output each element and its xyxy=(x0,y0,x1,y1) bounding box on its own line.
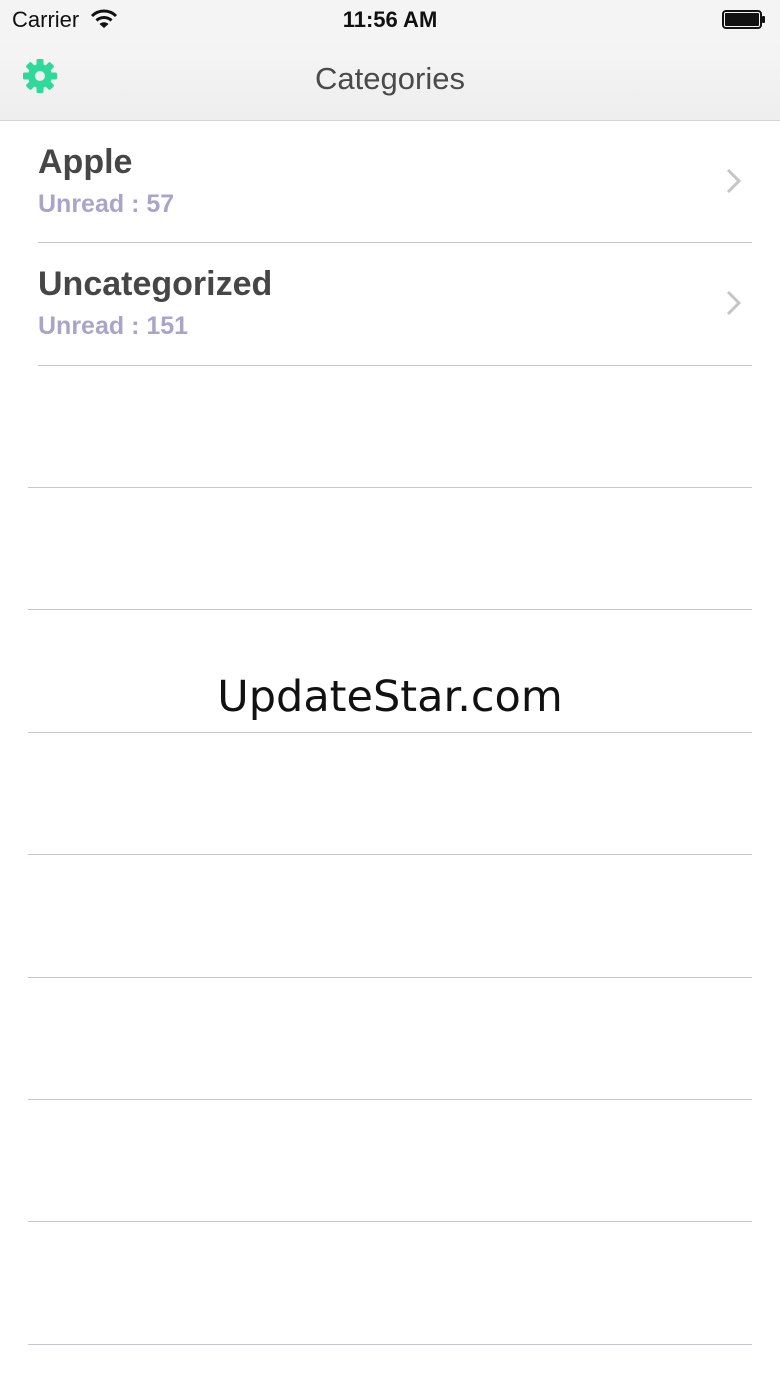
row-separator xyxy=(28,1221,752,1222)
category-cell-uncategorized[interactable]: Uncategorized Unread : 151 xyxy=(0,243,780,365)
row-separator xyxy=(28,609,752,610)
row-separator xyxy=(28,732,752,733)
chevron-right-icon xyxy=(726,290,742,316)
category-cell-apple[interactable]: Apple Unread : 57 xyxy=(0,121,780,243)
page-title: Categories xyxy=(315,61,465,96)
status-time: 11:56 AM xyxy=(342,7,438,32)
unread-count: Unread : 151 xyxy=(38,312,189,340)
battery-icon xyxy=(722,10,765,29)
row-separator xyxy=(28,854,752,855)
watermark-text: UpdateStar.com xyxy=(217,672,563,722)
row-separator xyxy=(28,977,752,978)
row-separator xyxy=(28,1099,752,1100)
category-name: Apple xyxy=(38,143,133,181)
navigation-bar: Categories xyxy=(0,40,780,121)
row-separator xyxy=(38,365,752,366)
row-separator xyxy=(28,487,752,488)
chevron-right-icon xyxy=(726,168,742,194)
status-bar: Carrier 11:56 AM xyxy=(0,0,780,40)
row-separator xyxy=(28,1344,752,1345)
unread-count: Unread : 57 xyxy=(38,190,175,218)
category-name: Uncategorized xyxy=(38,265,273,303)
